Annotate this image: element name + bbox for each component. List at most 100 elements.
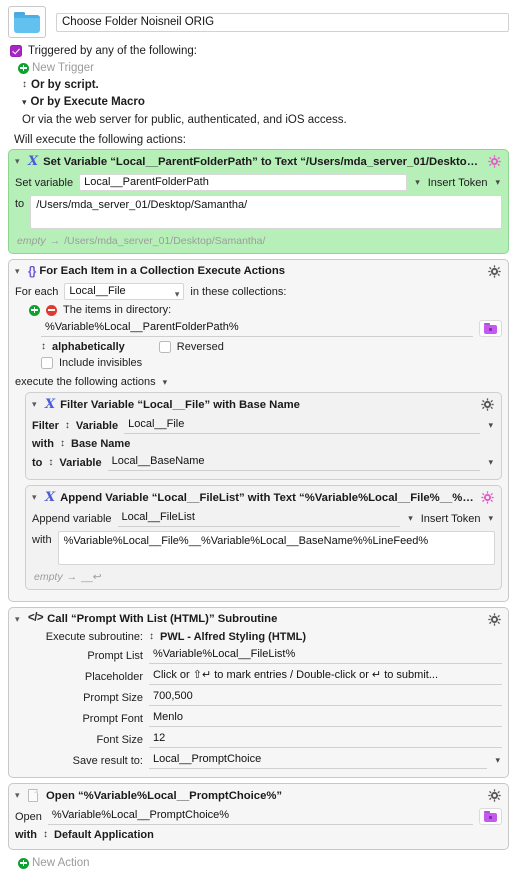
append-with-label: with (32, 534, 52, 546)
filter-with-value[interactable]: Base Name (71, 438, 130, 450)
append-with-row: with %Variable%Local__File%__%Variable%L… (32, 529, 495, 567)
disclosure-chevron-icon[interactable]: ▾ (32, 399, 41, 410)
filter-kind-stepper-icon[interactable]: ↕ (65, 420, 70, 431)
execute-subroutine-row: Execute subroutine: ↕ PWL - Alfred Styli… (15, 629, 502, 645)
gear-icon[interactable] (488, 789, 501, 802)
macro-icon-button[interactable] (8, 6, 46, 38)
disclosure-chevron-icon[interactable]: ▾ (15, 266, 24, 277)
action-title-row[interactable]: ▾ </> Call “Prompt With List (HTML)” Sub… (15, 612, 502, 629)
variable-dropdown-chevron-icon[interactable]: ▾ (413, 177, 422, 188)
to-value-textarea[interactable]: /Users/mda_server_01/Desktop/Samantha/ (30, 195, 502, 229)
filter-to-kind-value[interactable]: Variable (59, 457, 101, 469)
directory-input[interactable]: %Variable%Local__ParentFolderPath% (41, 320, 473, 337)
reversed-checkbox[interactable] (158, 341, 171, 353)
insert-token-chevron-icon[interactable]: ▾ (486, 513, 495, 524)
macro-name-input[interactable]: Choose Folder Noisneil ORIG (56, 13, 509, 32)
choose-folder-button[interactable] (479, 320, 502, 337)
placeholder-input[interactable]: Click or ⇧↵ to mark entries / Double-cli… (149, 668, 502, 685)
gear-icon[interactable] (481, 491, 494, 504)
action-set-variable[interactable]: ▾ X Set Variable “Local__ParentFolderPat… (8, 149, 509, 254)
action-append-variable[interactable]: ▾ X Append Variable “Local__FileList” wi… (25, 485, 502, 590)
chevron-down-icon[interactable]: ▾ (493, 755, 502, 766)
trigger-by-execute-macro-row[interactable]: ▾ Or by Execute Macro (10, 91, 517, 108)
execute-subroutine-value[interactable]: PWL - Alfred Styling (HTML) (160, 631, 306, 643)
gear-icon[interactable] (488, 155, 501, 168)
prompt-list-input[interactable]: %Variable%Local__FileList% (149, 647, 502, 664)
disclosure-chevron-icon[interactable]: ▾ (32, 492, 41, 503)
filter-variable-input[interactable]: Local__File (124, 417, 481, 434)
chevron-down-icon[interactable]: ▾ (486, 420, 495, 431)
chevron-down-icon[interactable]: ▾ (406, 513, 415, 524)
action-title-row[interactable]: ▾ Open “%Variable%Local__PromptChoice%” (15, 788, 502, 806)
new-action-button[interactable]: New Action (8, 855, 509, 869)
filter-with-stepper-icon[interactable]: ↕ (60, 439, 65, 449)
filter-to-row: to ↕ Variable Local__BaseName ▾ (32, 452, 495, 473)
disclosure-chevron-icon[interactable]: ▾ (15, 614, 24, 625)
result-to-value: /Users/mda_server_01/Desktop/Samantha/ (64, 235, 266, 247)
to-label: to (15, 198, 25, 210)
prompt-size-label: Prompt Size (83, 691, 143, 704)
triggered-by-row[interactable]: Triggered by any of the following: (10, 45, 517, 57)
action-title-row[interactable]: ▾ X Set Variable “Local__ParentFolderPat… (15, 154, 502, 172)
trigger-by-script-row[interactable]: ↕ Or by script. (10, 74, 517, 91)
append-with-textarea[interactable]: %Variable%Local__File%__%Variable%Local_… (57, 531, 495, 565)
filter-to-variable-input[interactable]: Local__BaseName (107, 454, 481, 471)
filter-to-kind-stepper-icon[interactable]: ↕ (48, 457, 53, 468)
action-title-row[interactable]: ▾ X Filter Variable “Local__File” with B… (32, 397, 495, 415)
insert-token-label: Insert Token (420, 512, 481, 525)
action-open-file[interactable]: ▾ Open “%Variable%Local__PromptChoice%” … (8, 783, 509, 850)
new-action-label: New Action (32, 857, 90, 869)
save-result-input[interactable]: Local__PromptChoice (149, 752, 488, 769)
variable-name-input[interactable]: Local__ParentFolderPath (79, 174, 408, 191)
filter-label: Filter (32, 419, 59, 432)
prompt-size-input[interactable]: 700,500 (149, 689, 502, 706)
open-with-stepper-icon[interactable]: ↕ (43, 830, 48, 840)
action-filter-variable[interactable]: ▾ X Filter Variable “Local__File” with B… (25, 392, 502, 480)
append-variable-input[interactable]: Local__FileList (117, 510, 401, 527)
action-title-row[interactable]: ▾ {} For Each Item in a Collection Execu… (15, 264, 502, 281)
prompt-font-row: Prompt Font Menlo (15, 708, 502, 729)
directory-row: %Variable%Local__ParentFolderPath% (15, 318, 502, 339)
macro-header: Choose Folder Noisneil ORIG (0, 0, 517, 38)
sort-order-stepper-icon[interactable]: ↕ (41, 342, 46, 352)
disclosure-chevron-icon[interactable]: ▾ (15, 790, 24, 801)
trigger-by-execute-macro-label: Or by Execute Macro (30, 96, 145, 108)
execute-subroutine-label: Execute subroutine: (45, 631, 143, 643)
gear-icon[interactable] (488, 613, 501, 626)
action-title-row[interactable]: ▾ X Append Variable “Local__FileList” wi… (32, 490, 495, 508)
chevron-down-icon[interactable]: ▾ (175, 287, 180, 299)
filter-kind-value[interactable]: Variable (76, 420, 118, 432)
chevron-down-icon[interactable]: ▾ (486, 457, 495, 468)
sort-order-value[interactable]: alphabetically (52, 341, 125, 353)
subroutine-stepper-icon[interactable]: ↕ (149, 632, 154, 642)
purple-folder-icon (484, 323, 497, 334)
include-invisibles-checkbox[interactable] (41, 357, 53, 369)
prompt-font-input[interactable]: Menlo (149, 710, 502, 727)
chevron-down-icon[interactable]: ▾ (161, 377, 170, 388)
remove-collection-icon[interactable] (46, 304, 57, 316)
arrow-icon: → (66, 571, 78, 583)
disclosure-chevron-icon[interactable]: ▾ (15, 156, 24, 167)
choose-file-button[interactable] (479, 808, 502, 825)
for-each-variable-combo[interactable]: Local__File ▾ (64, 283, 185, 300)
updown-stepper-icon[interactable]: ↕ (22, 80, 27, 90)
code-tags-icon: </> (28, 612, 44, 625)
gear-icon[interactable] (488, 265, 501, 278)
action-for-each[interactable]: ▾ {} For Each Item in a Collection Execu… (8, 259, 509, 602)
open-path-input[interactable]: %Variable%Local__PromptChoice% (47, 808, 473, 825)
add-collection-icon[interactable] (29, 304, 40, 316)
insert-token-chevron-icon[interactable]: ▾ (493, 177, 502, 188)
action-call-subroutine[interactable]: ▾ </> Call “Prompt With List (HTML)” Sub… (8, 607, 509, 778)
chevron-down-icon[interactable]: ▾ (22, 97, 27, 107)
gear-icon[interactable] (481, 398, 494, 411)
new-trigger-label: New Trigger (32, 62, 94, 74)
new-trigger-button[interactable]: New Trigger (10, 57, 517, 74)
include-invisibles-row: Include invisibles (15, 355, 502, 371)
open-with-value[interactable]: Default Application (54, 829, 154, 841)
placeholder-label: Placeholder (84, 670, 143, 683)
triggered-by-checkbox[interactable] (10, 45, 22, 57)
execute-following-actions-row[interactable]: execute the following actions ▾ (15, 371, 502, 390)
action-title: Filter Variable “Local__File” with Base … (60, 398, 300, 411)
filter-with-row: with ↕ Base Name (32, 436, 495, 452)
font-size-input[interactable]: 12 (149, 731, 502, 748)
